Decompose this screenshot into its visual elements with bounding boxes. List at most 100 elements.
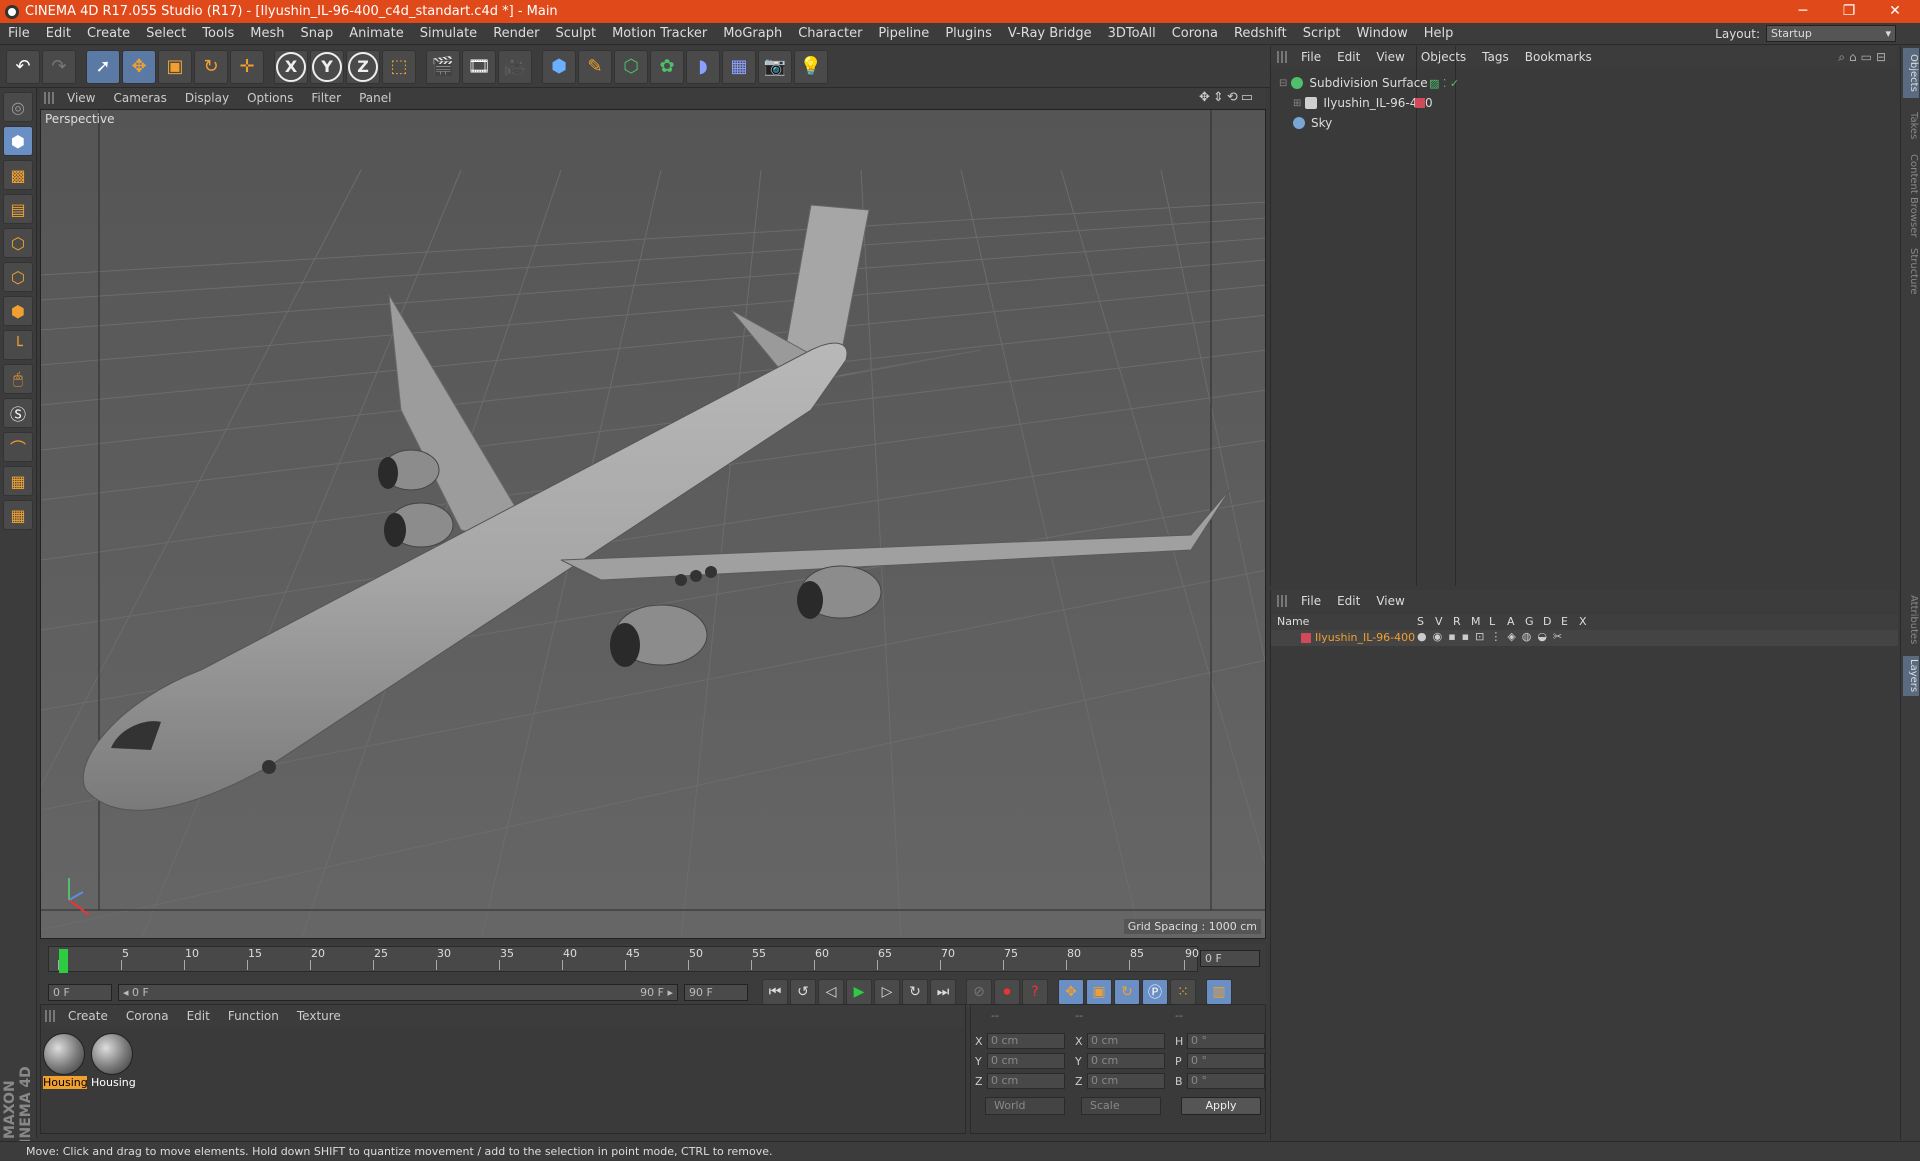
object-row[interactable]: ⊟ Subdivision Surface ▨ ⁚ ✓ [1279,74,1459,92]
menu-pipeline[interactable]: Pipeline [870,26,937,41]
render-picture-viewer-icon[interactable]: 🎞 [462,49,496,84]
material-menu-function[interactable]: Function [219,1009,288,1023]
viewport-menu-view[interactable]: View [58,91,104,105]
cube-primitive-icon[interactable]: ⬢ [542,49,576,84]
mograph-cloner-icon[interactable]: ✿ [650,49,684,84]
menu-3dtoall[interactable]: 3DToAll [1100,26,1164,41]
timeline-window-icon[interactable]: ▥ [1206,979,1232,1005]
side-tab-content-browser[interactable]: Content Browser [1903,154,1919,238]
material-menu-corona[interactable]: Corona [117,1009,178,1023]
make-editable-icon[interactable]: ◎ [3,92,33,122]
rotation-p-field[interactable]: 0 ° [1187,1053,1265,1069]
live-selection-icon[interactable]: ➚ [86,49,120,84]
layers-menu-file[interactable]: File [1293,594,1329,608]
light-icon[interactable]: 💡 [794,49,828,84]
material-swatch[interactable]: Housing [43,1033,87,1093]
menu-script[interactable]: Script [1295,26,1349,41]
deformer-icon[interactable]: ◗ [686,49,720,84]
objects-menu-bookmarks[interactable]: Bookmarks [1517,50,1600,64]
object-manager-search-icons[interactable]: ⌕⌂▭⊟ [1838,50,1890,65]
layers-menu-edit[interactable]: Edit [1329,594,1368,608]
autokeying-icon[interactable]: ? [1022,979,1048,1005]
minimize-button[interactable]: ─ [1780,0,1826,23]
undo-icon[interactable]: ↶ [6,49,40,84]
tweak-mode-icon[interactable]: 🖱 [3,364,33,394]
start-frame-field[interactable]: 0 F [48,983,112,1001]
edges-mode-icon[interactable]: ⬡ [3,262,33,292]
side-tab-attributes[interactable]: Attributes [1903,592,1919,648]
enable-axis-icon[interactable]: └ [3,330,33,360]
position-z-field[interactable]: 0 cm [987,1073,1065,1089]
polygons-mode-icon[interactable]: ⬢ [3,296,33,326]
record-active-objects-icon[interactable]: ⏺ [994,979,1020,1005]
y-axis-lock-icon[interactable]: Y [310,49,344,84]
menu-edit[interactable]: Edit [38,26,79,41]
menu-mesh[interactable]: Mesh [242,26,292,41]
frame-range-slider[interactable]: ◂ 0 F 90 F ▸ [118,983,678,1001]
perspective-viewport[interactable]: Perspective Grid Spacing : 1000 cm [40,109,1266,939]
menu-plugins[interactable]: Plugins [937,26,1000,41]
restore-button[interactable]: ❐ [1826,0,1872,23]
scale-tool-icon[interactable]: ▣ [158,49,192,84]
position-x-field[interactable]: 0 cm [987,1033,1065,1049]
panel-grip-icon[interactable] [45,1010,55,1022]
side-tab-objects[interactable]: Objects [1903,48,1919,98]
render-view-icon[interactable]: 🎬 [426,49,460,84]
menu-render[interactable]: Render [485,26,547,41]
key-position-icon[interactable]: ✥ [1058,979,1084,1005]
current-frame-field[interactable]: 0 F [1200,950,1260,967]
next-key-icon[interactable]: ↻ [902,979,928,1005]
viewport-menu-display[interactable]: Display [176,91,238,105]
material-menu-create[interactable]: Create [59,1009,117,1023]
texture-mode-icon[interactable]: ▩ [3,160,33,190]
rotate-tool-icon[interactable]: ↻ [194,49,228,84]
menu-mograph[interactable]: MoGraph [715,26,790,41]
snap-icon[interactable]: ⌒ [3,432,33,462]
panel-grip-icon[interactable] [1277,595,1287,607]
end-frame-field[interactable]: 90 F [684,983,748,1001]
workplane-lock-icon[interactable]: ▦ [3,466,33,496]
size-y-field[interactable]: 0 cm [1087,1053,1165,1069]
position-y-field[interactable]: 0 cm [987,1053,1065,1069]
menu-motion-tracker[interactable]: Motion Tracker [604,26,715,41]
objects-menu-edit[interactable]: Edit [1329,50,1368,64]
objects-menu-view[interactable]: View [1368,50,1412,64]
side-tab-structure[interactable]: Structure [1903,246,1919,296]
panel-grip-icon[interactable] [44,92,54,104]
material-menu-texture[interactable]: Texture [288,1009,350,1023]
timeline-ruler[interactable]: 0 5 10 15 20 25 30 35 40 45 50 55 60 65 … [48,946,1199,973]
scale-mode-dropdown[interactable]: Scale [1081,1097,1161,1115]
x-axis-lock-icon[interactable]: X [274,49,308,84]
key-point-level-icon[interactable]: ⁙ [1170,979,1196,1005]
menu-simulate[interactable]: Simulate [412,26,485,41]
layer-color-swatch[interactable] [1301,633,1311,643]
viewport-navigation-icons[interactable]: ✥⇕⟲▭ [1199,90,1256,105]
close-button[interactable]: ✕ [1872,0,1918,23]
material-swatch[interactable]: Housing [91,1033,135,1093]
coordinate-system-icon[interactable]: ⬚ [382,49,416,84]
menu-animate[interactable]: Animate [341,26,411,41]
menu-redshift[interactable]: Redshift [1226,26,1295,41]
object-material-tag-icon[interactable] [1415,98,1425,108]
layer-row[interactable]: Ilyushin_IL-96-400 ●◉▪▪⊡⋮◈◍◒✂ [1271,630,1898,646]
rotation-b-field[interactable]: 0 ° [1187,1073,1265,1089]
menu-select[interactable]: Select [138,26,194,41]
next-frame-icon[interactable]: ▷ [874,979,900,1005]
model-mode-icon[interactable]: ⬢ [3,126,33,156]
size-x-field[interactable]: 0 cm [1087,1033,1165,1049]
menu-sculpt[interactable]: Sculpt [547,26,604,41]
viewport-menu-filter[interactable]: Filter [302,91,350,105]
side-tab-layers[interactable]: Layers [1903,656,1919,696]
menu-character[interactable]: Character [790,26,870,41]
planar-workplane-icon[interactable]: ▦ [3,500,33,530]
move-tool-icon[interactable]: ✥ [122,49,156,84]
play-icon[interactable]: ▶ [846,979,872,1005]
rotation-h-field[interactable]: 0 ° [1187,1033,1265,1049]
workplane-mode-icon[interactable]: ▤ [3,194,33,224]
subdivision-generator-icon[interactable]: ⬡ [614,49,648,84]
layer-toggle-icons[interactable]: ●◉▪▪⊡⋮◈◍◒✂ [1417,630,1568,643]
object-row[interactable]: ⊞ Ilyushin_IL-96-400 [1279,94,1433,112]
viewport-menu-cameras[interactable]: Cameras [104,91,175,105]
menu-corona[interactable]: Corona [1164,26,1226,41]
timeline-playhead[interactable] [59,949,68,973]
